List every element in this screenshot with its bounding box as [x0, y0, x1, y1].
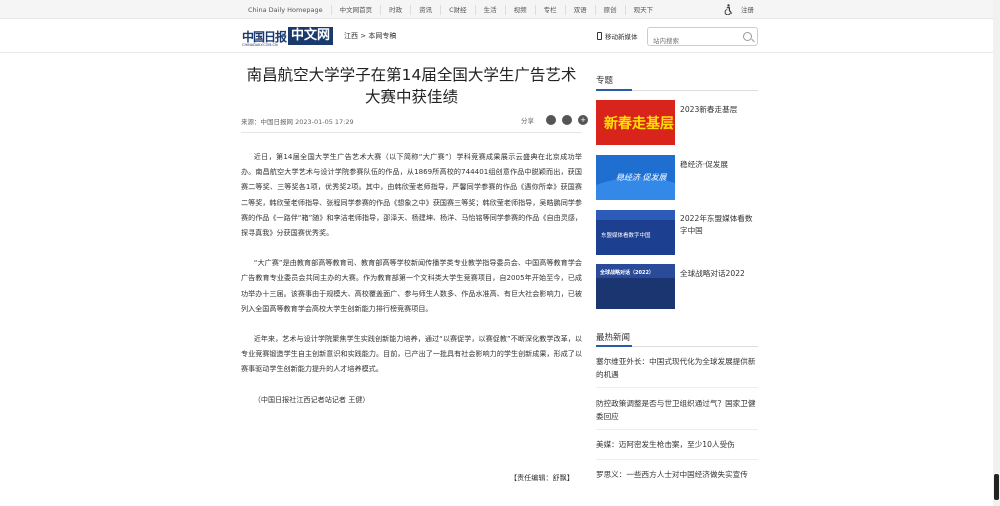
topic-banner-image: 全球战略对话（2022）	[596, 264, 675, 309]
topic-thumb-label: 稳经济 促发展	[616, 173, 668, 182]
topic-thumb-asean[interactable]: 东盟媒体看数字中国	[596, 210, 675, 255]
hot-news-item[interactable]: 美媒：迈阿密发生枪击案，至少10人受伤	[596, 438, 758, 451]
scrollbar-thumb[interactable]	[994, 474, 999, 500]
nav-item-life[interactable]: 生活	[476, 4, 506, 15]
hot-news-separator	[596, 459, 758, 460]
share-bar: 分享 +	[521, 115, 588, 125]
share-label: 分享	[521, 117, 534, 125]
page-scrollbar[interactable]	[993, 0, 1000, 506]
topic-link[interactable]: 2023新春走基层	[680, 104, 760, 116]
nav-item-cn-home[interactable]: 中文网首页	[332, 4, 382, 15]
topic-banner-image: 稳经济 促发展	[596, 155, 675, 200]
search-input[interactable]	[648, 32, 736, 50]
nav-item-politics[interactable]: 时政	[381, 4, 412, 15]
nav-item-finance[interactable]: C财经	[441, 4, 476, 15]
article-paragraph: 近日，第14届全国大学生广告艺术大赛（以下简称“大广赛”）学科竞赛成果展示云盛典…	[241, 152, 582, 238]
top-bar: China Daily Homepage 中文网首页 时政 资讯 C财经 生活 …	[0, 0, 1000, 19]
topic-thumb-label: 新春走基层	[604, 115, 674, 132]
topic-banner-image: 东盟媒体看数字中国	[596, 210, 675, 255]
nav-item-column[interactable]: 专栏	[536, 4, 566, 15]
article-paragraph: “大广赛”是由教育部高等教育司、教育部高等学校新闻传播学类专业教学指导委员会、中…	[241, 258, 582, 313]
topic-link[interactable]: 稳经济·促发展	[680, 159, 760, 171]
logo-subtext: CHINADAILY.COM.CN	[242, 43, 278, 47]
nav-item-world[interactable]: 观天下	[626, 5, 662, 15]
topics-divider	[596, 89, 758, 91]
logo-chinese-site: 中文网	[288, 27, 334, 45]
topics-heading: 专题	[596, 76, 614, 86]
hot-news-separator	[596, 429, 758, 430]
hot-news-heading: 最热新闻	[596, 333, 631, 343]
header-divider	[0, 52, 1000, 53]
wechat-share-icon[interactable]	[546, 115, 556, 125]
nav-item-homepage[interactable]: China Daily Homepage	[242, 4, 332, 15]
topic-link[interactable]: 2022年东盟媒体看数字中国	[680, 213, 760, 237]
mobile-media-link[interactable]: 移动新媒体	[597, 31, 638, 41]
topic-link[interactable]: 全球战略对话2022	[680, 268, 760, 280]
search-icon[interactable]	[743, 32, 752, 41]
search-box	[647, 27, 758, 50]
topic-banner-image: 新春走基层	[596, 100, 675, 145]
responsible-editor: 【责任编辑：舒飘】	[510, 473, 574, 482]
topic-thumb-economy[interactable]: 稳经济 促发展	[596, 155, 675, 200]
topic-thumb-label: 全球战略对话（2022）	[599, 269, 654, 276]
hot-news-item[interactable]: 塞尔维亚外长：中国式现代化为全球发展提供新的机遇	[596, 355, 758, 381]
nav-item-news[interactable]: 资讯	[411, 4, 442, 15]
meta-divider	[241, 132, 582, 133]
article-meta: 来源：中国日报网 2023-01-05 17:29	[241, 118, 354, 126]
nav-item-bilingual[interactable]: 双语	[566, 4, 596, 15]
top-nav: China Daily Homepage 中文网首页 时政 资讯 C财经 生活 …	[242, 0, 661, 19]
hot-news-divider	[596, 345, 758, 347]
hot-news-separator	[596, 387, 758, 388]
article-byline: （中国日报社江西记者站记者 王健）	[253, 394, 370, 404]
nav-item-original[interactable]: 原创	[596, 4, 626, 15]
topic-thumb-dialogue[interactable]: 全球战略对话（2022）	[596, 264, 675, 309]
logo-chinadaily: 中国日报	[242, 29, 287, 44]
more-share-icon[interactable]: +	[578, 115, 588, 125]
topic-thumb-label: 东盟媒体看数字中国	[601, 231, 651, 239]
mobile-media-label: 移动新媒体	[605, 33, 638, 41]
nav-item-video[interactable]: 视频	[506, 4, 536, 15]
article-title: 南昌航空大学学子在第14届全国大学生广告艺术大赛中获佳绩	[246, 66, 577, 106]
article-body: 近日，第14届全国大学生广告艺术大赛（以下简称“大广赛”）学科竞赛成果展示云盛典…	[241, 149, 582, 422]
breadcrumb[interactable]: 江西 > 本网专稿	[344, 31, 396, 41]
hot-news-item[interactable]: 防控政策调整是否与世卫组织通过气？国家卫健委回应	[596, 397, 758, 423]
article-paragraph: 近年来，艺术与设计学院聚焦学生实践创新能力培养，通过“以赛促学，以赛促教”不断深…	[241, 334, 582, 374]
accessibility-icon[interactable]	[724, 4, 733, 15]
phone-icon	[597, 32, 602, 40]
register-link[interactable]: 注册	[741, 4, 754, 14]
weibo-share-icon[interactable]	[562, 115, 572, 125]
hot-news-item[interactable]: 罗思义：一些西方人士对中国经济做失实宣传	[596, 468, 758, 481]
topic-thumb-spring[interactable]: 新春走基层	[596, 100, 675, 145]
